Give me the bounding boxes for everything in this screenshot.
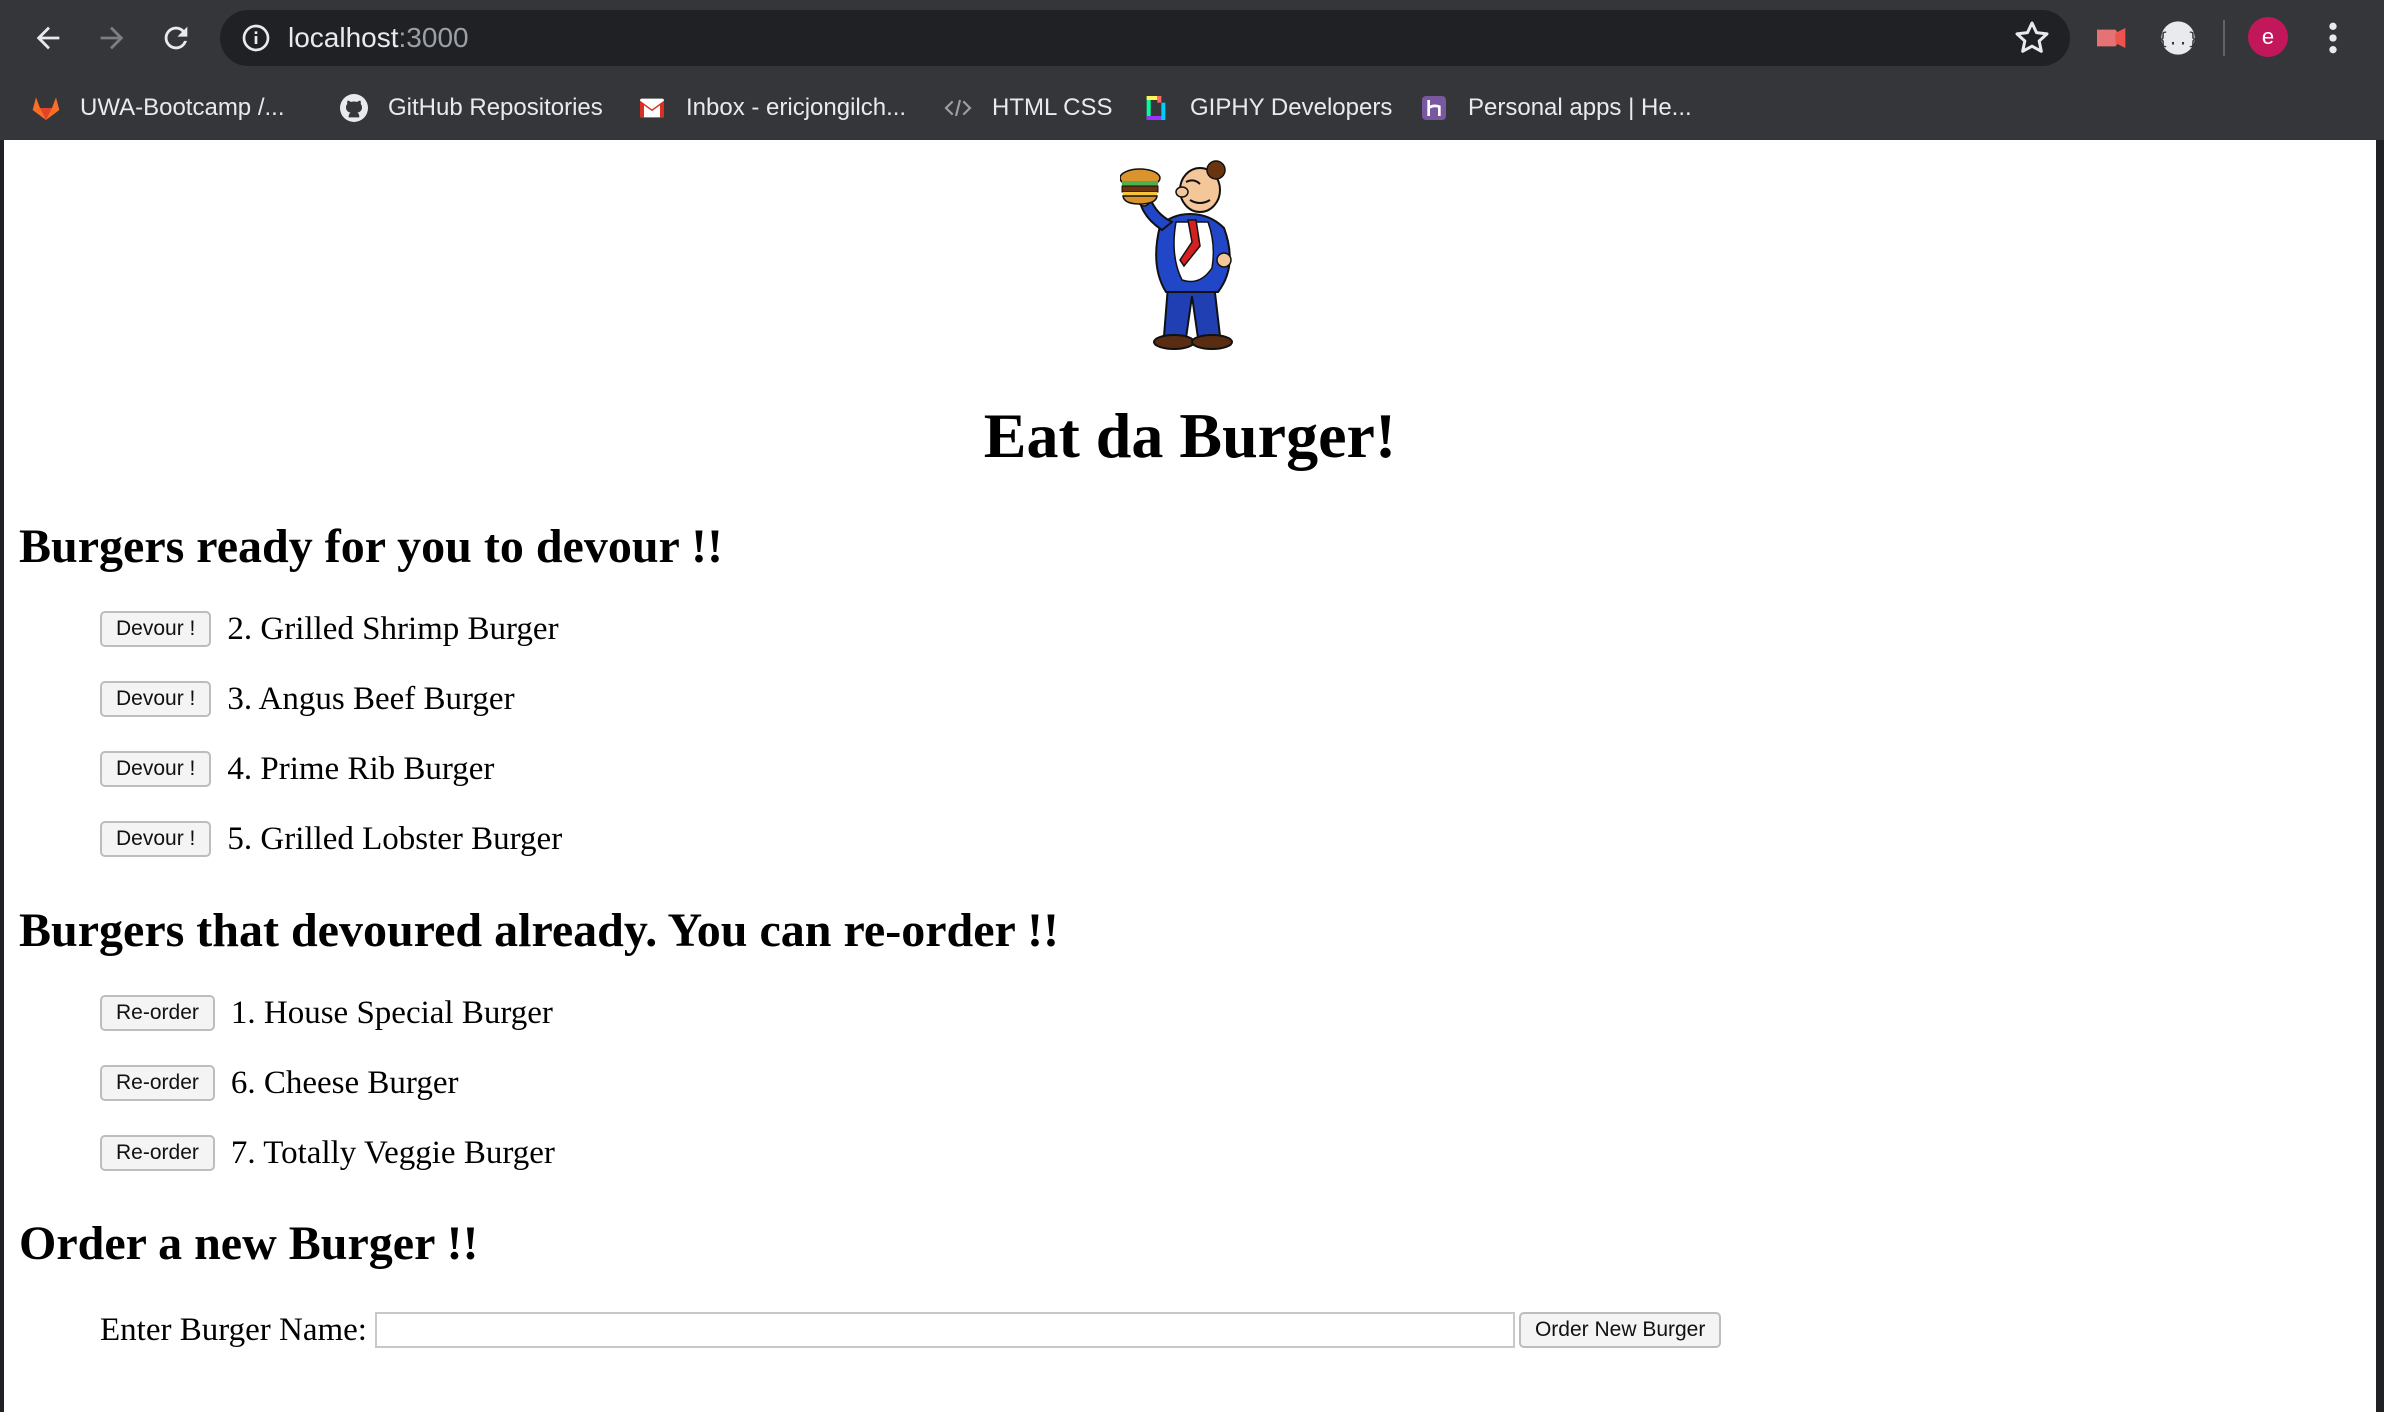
toolbar-separator <box>2223 20 2225 56</box>
gmail-icon <box>636 92 668 124</box>
page-viewport: Eat da Burger! Burgers ready for you to … <box>4 140 2376 1412</box>
burger-name: 4. Prime Rib Burger <box>227 750 495 787</box>
url-port: :3000 <box>398 22 469 53</box>
bookmark-star-icon[interactable] <box>2012 18 2052 58</box>
ready-burgers-heading: Burgers ready for you to devour !! <box>19 520 723 573</box>
screen-recorder-extension-icon[interactable] <box>2092 18 2132 58</box>
svg-text:{..}: {..} <box>2158 30 2198 49</box>
burger-name-label: Enter Burger Name: <box>100 1311 367 1348</box>
bookmark-uwa-bootcamp[interactable]: UWA-Bootcamp /... <box>30 76 285 140</box>
bookmark-label: Inbox - ericjongilch... <box>686 94 907 121</box>
bookmark-label: GIPHY Developers <box>1190 94 1393 121</box>
burger-name: 6. Cheese Burger <box>230 1064 459 1101</box>
devour-button[interactable]: Devour ! <box>100 821 212 857</box>
profile-avatar[interactable]: e <box>2248 17 2288 57</box>
bookmark-label: HTML CSS <box>992 94 1113 121</box>
bookmark-label: Personal apps | He... <box>1468 94 1692 121</box>
forward-button[interactable] <box>88 14 136 62</box>
browser-toolbar: localhost:3000 {..} e <box>0 0 2384 76</box>
giphy-icon <box>1140 92 1172 124</box>
devoured-burger-item: Re-order 1. House Special Burger <box>100 991 553 1035</box>
json-viewer-extension-icon[interactable]: {..} <box>2158 18 2198 58</box>
burger-name-input[interactable] <box>374 1312 1515 1348</box>
gitlab-icon <box>30 92 62 124</box>
back-button[interactable] <box>24 14 72 62</box>
back-arrow-icon <box>36 26 60 50</box>
burger-name: 2. Grilled Shrimp Burger <box>227 610 559 647</box>
bookmark-label: GitHub Repositories <box>388 94 603 121</box>
page-title: Eat da Burger! <box>983 400 1397 471</box>
info-icon[interactable] <box>240 22 272 54</box>
devour-button[interactable]: Devour ! <box>100 611 212 647</box>
order-new-heading: Order a new Burger !! <box>19 1217 479 1270</box>
burger-name: 7. Totally Veggie Burger <box>230 1134 555 1171</box>
bookmark-giphy-developers[interactable]: GIPHY Developers <box>1140 76 1392 140</box>
forward-arrow-icon <box>100 26 124 50</box>
window-edge <box>2376 140 2384 1412</box>
ready-burger-item: Devour ! 2. Grilled Shrimp Burger <box>100 607 559 651</box>
more-menu-icon[interactable] <box>2318 18 2348 58</box>
ready-burger-item: Devour ! 3. Angus Beef Burger <box>100 677 515 721</box>
reorder-button[interactable]: Re-order <box>100 995 215 1031</box>
reload-icon <box>164 26 188 50</box>
burger-man-logo <box>1120 160 1233 350</box>
order-new-burger-button[interactable]: Order New Burger <box>1518 1312 1722 1348</box>
devoured-burger-item: Re-order 7. Totally Veggie Burger <box>100 1131 555 1175</box>
ready-burger-item: Devour ! 5. Grilled Lobster Burger <box>100 817 562 861</box>
heroku-icon <box>1418 92 1450 124</box>
bookmark-heroku-apps[interactable]: Personal apps | He... <box>1418 76 1692 140</box>
bookmark-html-css[interactable]: HTML CSS <box>942 76 1112 140</box>
burger-name: 5. Grilled Lobster Burger <box>227 820 563 857</box>
devoured-burger-item: Re-order 6. Cheese Burger <box>100 1061 458 1105</box>
reorder-button[interactable]: Re-order <box>100 1135 215 1171</box>
devour-button[interactable]: Devour ! <box>100 751 212 787</box>
bookmark-label: UWA-Bootcamp /... <box>80 94 285 121</box>
burger-name: 1. House Special Burger <box>230 994 553 1031</box>
address-bar[interactable]: localhost:3000 <box>220 10 2070 66</box>
url-host: localhost <box>288 22 399 53</box>
reorder-button[interactable]: Re-order <box>100 1065 215 1101</box>
reload-button[interactable] <box>152 14 200 62</box>
ready-burger-item: Devour ! 4. Prime Rib Burger <box>100 747 494 791</box>
devour-button[interactable]: Devour ! <box>100 681 212 717</box>
code-icon <box>942 92 974 124</box>
url-text: localhost:3000 <box>288 10 469 66</box>
bookmark-github-repositories[interactable]: GitHub Repositories <box>338 76 603 140</box>
bookmarks-bar: UWA-Bootcamp /... GitHub Repositories In… <box>0 76 2384 140</box>
burger-name: 3. Angus Beef Burger <box>227 680 515 717</box>
bookmark-gmail-inbox[interactable]: Inbox - ericjongilch... <box>636 76 906 140</box>
github-icon <box>338 92 370 124</box>
devoured-burgers-heading: Burgers that devoured already. You can r… <box>19 904 1059 957</box>
order-form: Enter Burger Name: Order New Burger <box>100 1310 1722 1350</box>
